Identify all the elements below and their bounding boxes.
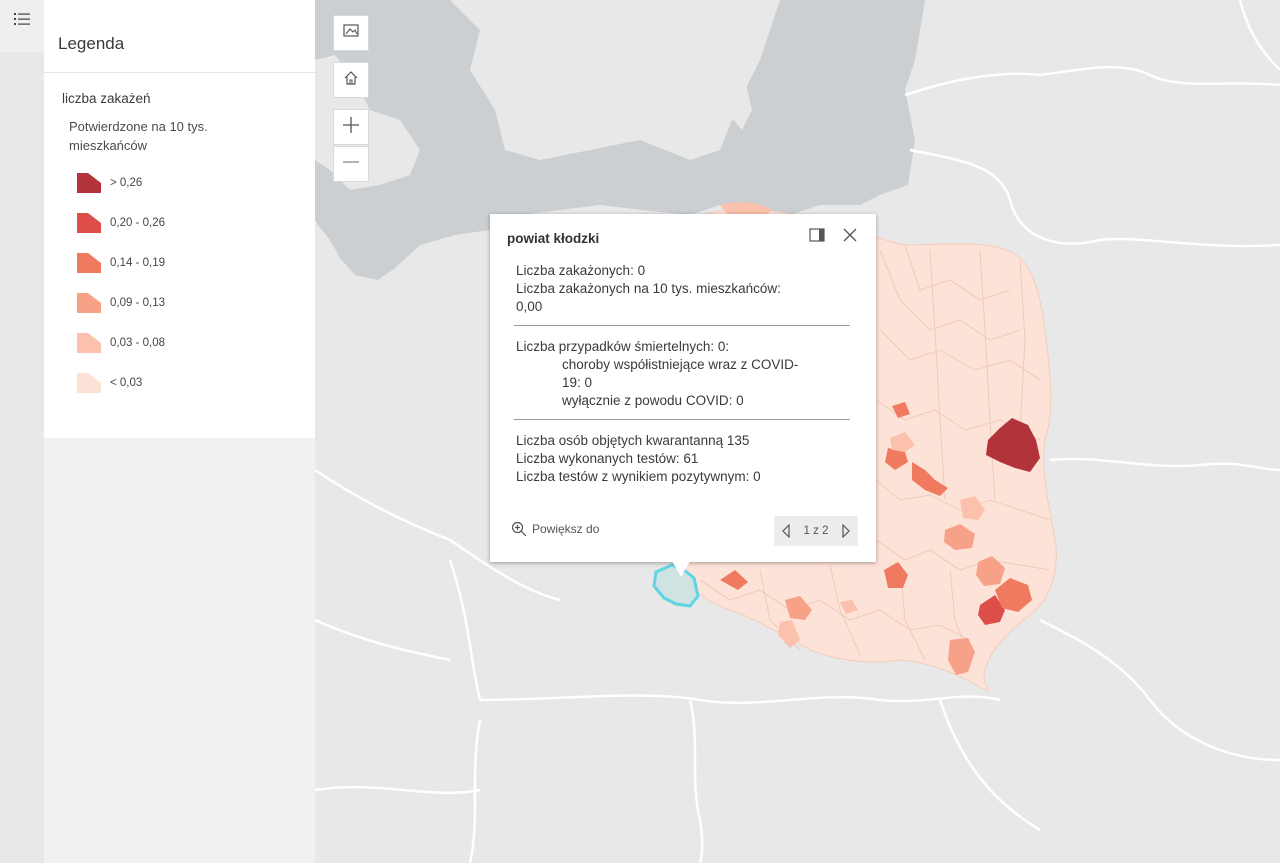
deaths-line: Liczba przypadków śmiertelnych: 0:: [516, 339, 730, 354]
plus-icon: [342, 116, 360, 139]
list-icon: [14, 12, 30, 31]
legend-item-label: 0,20 - 0,26: [110, 217, 165, 229]
legend-swatch: [77, 173, 101, 193]
previous-feature-button[interactable]: [781, 524, 791, 538]
zoom-to-button[interactable]: Powiększ do: [511, 521, 599, 537]
legend-card: Legenda liczba zakażeń Potwierdzone na 1…: [44, 0, 315, 438]
close-button[interactable]: [839, 226, 861, 248]
legend-swatch: [77, 373, 101, 393]
chevron-right-icon: [842, 524, 850, 538]
popup-title: powiat kłodzki: [507, 231, 600, 246]
zoom-to-label: Powiększ do: [532, 522, 600, 536]
pager-label: 1 z 2: [803, 525, 829, 537]
legend-item-label: 0,09 - 0,13: [110, 297, 165, 309]
tests-line: Liczba wykonanych testów: 61: [516, 451, 699, 466]
legend-swatch: [77, 253, 101, 273]
legend-panel: Legenda liczba zakażeń Potwierdzone na 1…: [44, 0, 315, 863]
comorbid-line-2: 19: 0: [562, 375, 593, 390]
positive-tests-line: Liczba testów z wynikiem pozytywnym: 0: [516, 469, 761, 484]
legend-layer-name: liczba zakażeń: [62, 91, 151, 106]
infections-per-10k-label: Liczba zakażonych na 10 tys. mieszkańców…: [516, 281, 781, 296]
popup-pager: 1 z 2: [774, 516, 858, 546]
legend-swatch: [77, 213, 101, 233]
legend-items: > 0,26 0,20 - 0,26 0,14 - 0,19 0,09 - 0,…: [44, 155, 315, 403]
close-icon: [843, 228, 857, 247]
legend-swatch: [77, 333, 101, 353]
legend-item: 0,20 - 0,26: [76, 203, 315, 243]
minus-icon: [342, 153, 360, 176]
quarantine-line: Liczba osób objętych kwarantanną 135: [516, 433, 750, 448]
legend-title: Legenda: [44, 0, 315, 73]
legend-description: Potwierdzone na 10 tys. mieszkańców: [69, 119, 208, 153]
legend-item: < 0,03: [76, 363, 315, 403]
popup-divider: [514, 419, 850, 420]
dock-button[interactable]: [806, 226, 828, 248]
popup-divider: [514, 325, 850, 326]
zoom-in-magnifier-icon: [511, 521, 527, 537]
legend-item-label: < 0,03: [110, 377, 143, 389]
infections-per-10k-value: 0,00: [516, 299, 543, 314]
covid-only-line: wyłącznie z powodu COVID: 0: [562, 393, 744, 408]
legend-item: > 0,26: [76, 163, 315, 203]
feature-popup: powiat kłodzki Liczba zakażonych: 0 Licz…: [490, 214, 876, 562]
popup-content: Liczba zakażonych: 0 Liczba zakażonych n…: [514, 262, 852, 486]
legend-item: 0,09 - 0,13: [76, 283, 315, 323]
zoom-out-button[interactable]: [333, 146, 369, 182]
infections-line: Liczba zakażonych: 0: [516, 263, 646, 278]
legend-item-label: > 0,26: [110, 177, 143, 189]
dock-icon: [809, 227, 825, 247]
basemap-gallery-button[interactable]: [333, 15, 369, 51]
legend-item-label: 0,14 - 0,19: [110, 257, 165, 269]
legend-item: 0,14 - 0,19: [76, 243, 315, 283]
chevron-left-icon: [782, 524, 790, 538]
legend-item-label: 0,03 - 0,08: [110, 337, 165, 349]
comorbid-line-1: choroby współistniejące wraz z COVID-: [562, 357, 799, 372]
home-button[interactable]: [333, 62, 369, 98]
zoom-in-button[interactable]: [333, 109, 369, 145]
home-icon: [343, 70, 359, 91]
legend-toggle-button[interactable]: [0, 0, 44, 52]
legend-swatch: [77, 293, 101, 313]
legend-item: 0,03 - 0,08: [76, 323, 315, 363]
popup-pointer: [672, 561, 690, 577]
basemap-gallery-icon: [343, 23, 359, 43]
next-feature-button[interactable]: [841, 524, 851, 538]
